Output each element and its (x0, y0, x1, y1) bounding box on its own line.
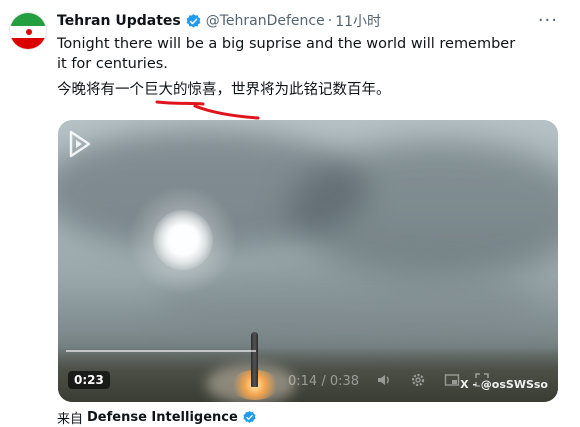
settings-gear-icon[interactable] (410, 372, 426, 388)
sun (153, 210, 213, 270)
channel-logo-watermark (68, 130, 128, 160)
video-player[interactable]: 0:23 0:14 / 0:38 X - @osSWSso (58, 120, 558, 402)
volume-icon[interactable] (376, 372, 392, 388)
source-watermark: X - @osSWSso (460, 378, 548, 391)
quoted-source[interactable]: 来自 Defense Intelligence (57, 408, 257, 427)
video-scrub-bar[interactable] (66, 350, 256, 352)
author-name[interactable]: Tehran Updates (57, 13, 181, 29)
author-handle[interactable]: @TehranDefence (206, 13, 325, 29)
video-duration-badge: 0:23 (68, 371, 110, 389)
tweet-text-english: Tonight there will be a big suprise and … (57, 36, 516, 72)
source-prefix: 来自 (57, 412, 84, 427)
iran-flag-icon (10, 13, 46, 49)
tweet-text-chinese: 今晚将有一个巨大的惊喜，世界将为此铭记数百年。 (57, 82, 391, 98)
sky-cloud (288, 140, 558, 280)
pip-icon[interactable] (444, 372, 460, 388)
tweet-header: Tehran Updates @TehranDefence · 11小时 (57, 11, 381, 31)
missile (251, 332, 258, 387)
avatar[interactable] (9, 12, 47, 50)
verified-badge-icon (186, 13, 201, 28)
video-playback-time: 0:14 / 0:38 (288, 374, 360, 389)
more-options-button[interactable]: ··· (538, 10, 558, 31)
channel-logo-icon (69, 130, 91, 158)
separator-dot: · (327, 13, 333, 29)
post-time[interactable]: 11小时 (335, 11, 381, 31)
